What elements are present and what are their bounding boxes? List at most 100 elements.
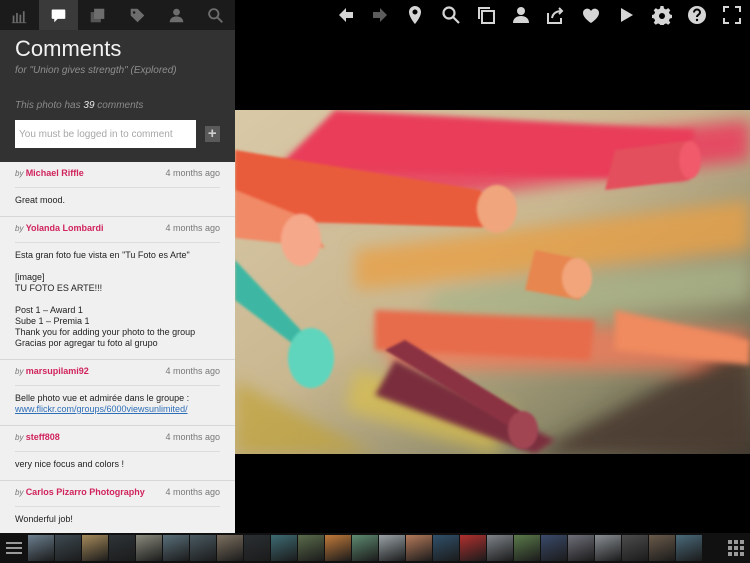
photo-thumbnail[interactable] (487, 535, 513, 561)
copy-button[interactable] (476, 5, 496, 25)
grid-icon[interactable] (728, 540, 744, 556)
photo-thumbnail[interactable] (460, 535, 486, 561)
comment-author-link[interactable]: Yolanda Lombardi (26, 223, 104, 233)
comment-time: 4 months ago (165, 432, 220, 442)
tab-search[interactable] (196, 0, 235, 30)
comment-list: by Michael Riffle 4 months ago Great mood.… (0, 162, 235, 533)
photo-thumbnail[interactable] (649, 535, 675, 561)
help-icon (688, 6, 706, 24)
photo-thumbnail[interactable] (298, 535, 324, 561)
comment-item: by steff808 4 months ago very nice focus a… (0, 426, 235, 481)
tab-tags[interactable] (118, 0, 157, 30)
fullscreen-button[interactable] (722, 5, 742, 25)
zoom-button[interactable] (441, 5, 461, 25)
share-button[interactable] (545, 5, 565, 25)
comment-header: by Michael Riffle 4 months ago (15, 162, 220, 188)
photo-thumbnail[interactable] (190, 535, 216, 561)
comment-byline: by Michael Riffle (15, 168, 84, 178)
photo-subtitle: for "Union gives strength" (Explored) (15, 65, 177, 76)
comments-header: Comments for "Union gives strength" (Exp… (0, 30, 235, 162)
photo-thumbnail[interactable] (325, 535, 351, 561)
panel-tab-bar (0, 0, 235, 30)
photo-thumbnail[interactable] (163, 535, 189, 561)
comment-body: Wonderful job! (15, 507, 220, 533)
share-icon (547, 7, 564, 24)
settings-gear-icon (652, 6, 672, 27)
back-button[interactable] (336, 5, 356, 25)
by-label: by (15, 433, 24, 442)
comment-author-link[interactable]: Carlos Pizarro Photography (26, 487, 145, 497)
photo-thumbnail[interactable] (433, 535, 459, 561)
location-pin-icon (409, 6, 421, 24)
menu-icon[interactable] (6, 540, 22, 556)
photo-thumbnail[interactable] (136, 535, 162, 561)
tab-sets[interactable] (78, 0, 117, 30)
photo-thumbnail[interactable] (406, 535, 432, 561)
photo-viewer[interactable] (235, 110, 750, 454)
photo-thumbnail[interactable] (28, 535, 54, 561)
stacked-pages-icon (91, 8, 105, 22)
by-label: by (15, 488, 24, 497)
comment-author-link[interactable]: marsupilami92 (26, 366, 89, 376)
photo-thumbnail[interactable] (676, 535, 702, 561)
comment-header: by marsupilami92 4 months ago (15, 360, 220, 386)
comment-body: very nice focus and colors ! (15, 452, 220, 480)
comment-count: 39 (83, 100, 95, 111)
comment-byline: by steff808 (15, 432, 60, 442)
photo-thumbnail[interactable] (109, 535, 135, 561)
comment-header: by Yolanda Lombardi 4 months ago (15, 217, 220, 243)
photo-thumbnail[interactable] (622, 535, 648, 561)
tab-people[interactable] (157, 0, 196, 30)
back-arrow-icon (339, 8, 353, 22)
comment-link[interactable]: www.flickr.com/groups/6000viewsunlimited… (15, 404, 188, 414)
slideshow-button[interactable] (616, 5, 636, 25)
photo-thumbnail[interactable] (55, 535, 81, 561)
photo-thumbnail[interactable] (244, 535, 270, 561)
count-prefix: This photo has (15, 100, 81, 111)
settings-button[interactable] (652, 5, 672, 27)
count-suffix: comments (97, 100, 144, 111)
photo-thumbnail[interactable] (514, 535, 540, 561)
help-button[interactable] (687, 5, 707, 25)
comment-author-link[interactable]: steff808 (26, 432, 60, 442)
photo-thumbnail[interactable] (271, 535, 297, 561)
photo-thumbnail[interactable] (217, 535, 243, 561)
comment-text: very nice focus and colors ! (15, 459, 125, 469)
photo-thumbnail[interactable] (541, 535, 567, 561)
favorite-button[interactable] (581, 5, 601, 25)
tab-stats[interactable] (0, 0, 39, 30)
forward-arrow-icon (373, 8, 387, 22)
photo-thumbnail[interactable] (595, 535, 621, 561)
comment-entry-row: + (15, 120, 220, 148)
heart-icon (582, 8, 600, 23)
map-button[interactable] (405, 5, 425, 25)
comment-time: 4 months ago (165, 366, 220, 376)
add-comment-button[interactable]: + (204, 126, 220, 142)
search-icon (208, 7, 223, 23)
bar-chart-icon (11, 10, 27, 23)
comment-header: by steff808 4 months ago (15, 426, 220, 452)
tab-comments[interactable] (39, 0, 79, 30)
comment-header: by Carlos Pizarro Photography 4 months ag… (15, 481, 220, 507)
comment-byline: by Yolanda Lombardi (15, 223, 104, 233)
by-label: by (15, 224, 24, 233)
comment-input[interactable] (15, 120, 196, 148)
comment-count-line: This photo has 39 comments (15, 100, 220, 111)
user-icon (513, 7, 529, 23)
photo-thumbnail[interactable] (352, 535, 378, 561)
photo-image (235, 110, 750, 454)
comment-item: by Michael Riffle 4 months ago Great mood. (0, 162, 235, 217)
comment-item: by marsupilami92 4 months ago Belle photo … (0, 360, 235, 426)
tag-icon (130, 8, 144, 22)
comment-author-link[interactable]: Michael Riffle (26, 168, 84, 178)
play-icon (621, 8, 633, 22)
user-button[interactable] (511, 5, 531, 25)
photo-thumbnail[interactable] (568, 535, 594, 561)
forward-button[interactable] (370, 5, 390, 25)
by-label: by (15, 169, 24, 178)
comment-time: 4 months ago (165, 223, 220, 233)
comment-text: Great mood. (15, 195, 66, 205)
photo-thumbnail[interactable] (82, 535, 108, 561)
photo-thumbnail[interactable] (379, 535, 405, 561)
comment-byline: by Carlos Pizarro Photography (15, 487, 145, 497)
